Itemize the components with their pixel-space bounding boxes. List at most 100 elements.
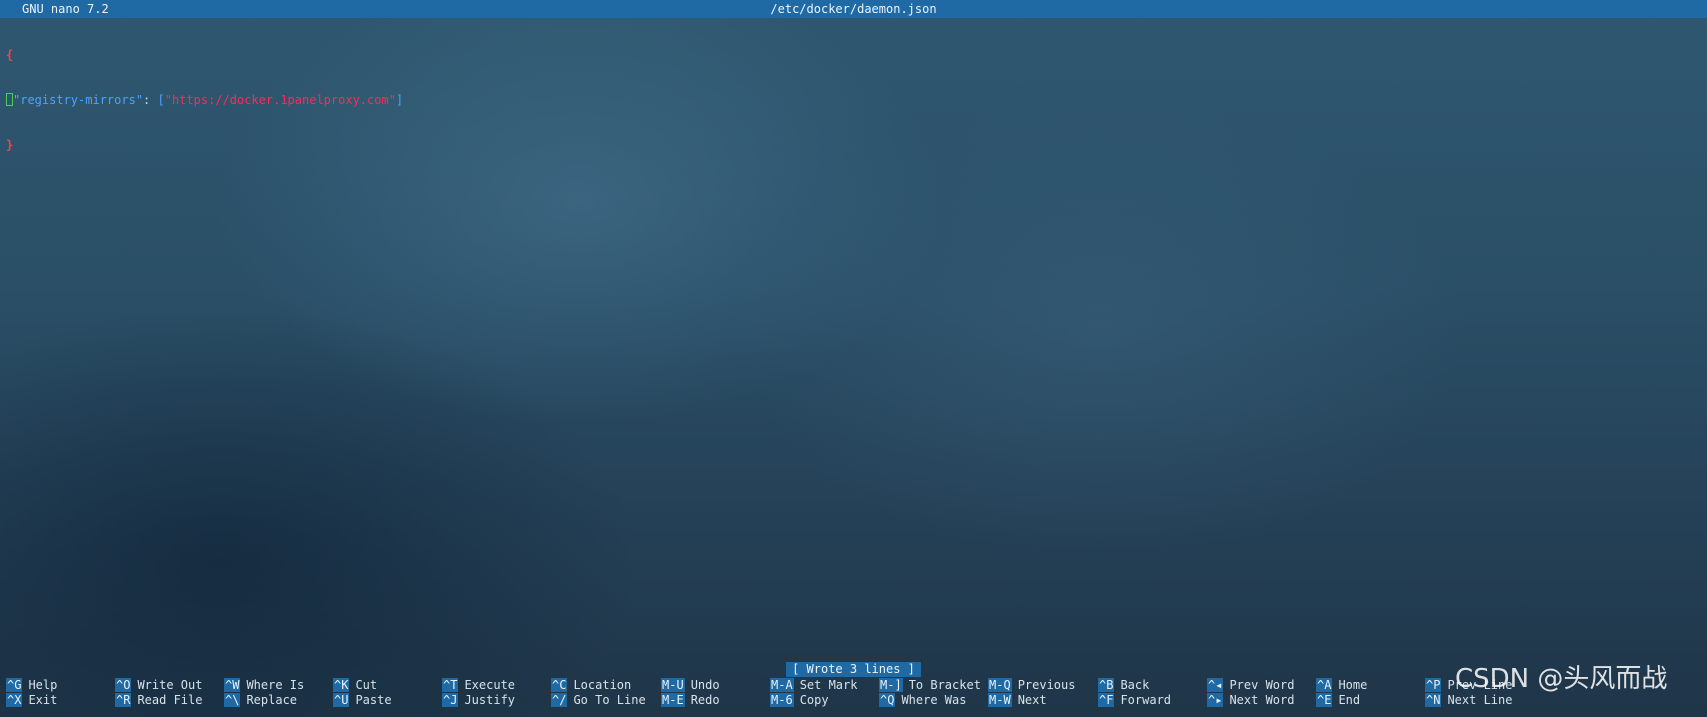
shortcut-label: Home [1338, 678, 1368, 692]
shortcut-where-is[interactable]: ^W Where Is [224, 678, 304, 693]
shortcut-key: ^J [442, 693, 459, 707]
shortcut-label: Cut [355, 678, 378, 692]
shortcut-key: ^G [6, 678, 23, 692]
shortcut-next-line[interactable]: ^N Next Line [1425, 693, 1512, 708]
title-bar: GNU nano 7.2 /etc/docker/daemon.json [0, 0, 1707, 18]
open-brace: { [6, 48, 14, 62]
shortcut-key: ^W [224, 678, 241, 692]
shortcut-key: M-W [988, 693, 1012, 707]
shortcut-key: ^C [551, 678, 568, 692]
editor-line-2: "registry-mirrors": ["https://docker.1pa… [6, 93, 403, 108]
shortcut-key: ^P [1425, 678, 1442, 692]
text-cursor [6, 93, 13, 106]
shortcut-next[interactable]: M-W Next [988, 693, 1047, 708]
shortcut-key: ^E [1316, 693, 1333, 707]
shortcut-undo[interactable]: M-U Undo [661, 678, 720, 693]
shortcut-key: ^K [333, 678, 350, 692]
shortcut-cut[interactable]: ^K Cut [333, 678, 377, 693]
shortcut-set-mark[interactable]: M-A Set Mark [770, 678, 857, 693]
json-colon: : [143, 93, 158, 107]
file-path: /etc/docker/daemon.json [770, 2, 937, 16]
shortcut-label: End [1338, 693, 1361, 707]
shortcut-end[interactable]: ^E End [1316, 693, 1360, 708]
shortcut-key: M-6 [770, 693, 794, 707]
close-bracket: ] [395, 93, 404, 107]
shortcut-redo[interactable]: M-E Redo [661, 693, 720, 708]
shortcut-label: Paste [355, 693, 392, 707]
shortcut-go-to-line[interactable]: ^/ Go To Line [551, 693, 646, 708]
shortcut-key: M-E [661, 693, 685, 707]
shortcut-write-out[interactable]: ^O Write Out [115, 678, 202, 693]
shortcut-justify[interactable]: ^J Justify [442, 693, 515, 708]
shortcut-key: M-Q [988, 678, 1012, 692]
shortcut-label: Help [28, 678, 58, 692]
shortcut-label: Where Was [901, 693, 967, 707]
shortcut-key: ^Q [879, 693, 896, 707]
shortcut-execute[interactable]: ^T Execute [442, 678, 515, 693]
shortcut-label: Read File [137, 693, 203, 707]
shortcut-key: ^/ [551, 693, 568, 707]
shortcut-to-bracket[interactable]: M-] To Bracket [879, 678, 981, 693]
shortcut-row-1: ^G Help ^O Write Out ^W Where Is ^K Cut ^T Execut… [6, 678, 1706, 693]
shortcut-key: ^U [333, 693, 350, 707]
watermark: CSDN @头风而战 [1455, 664, 1668, 694]
status-bar: [ Wrote 3 lines ] [0, 662, 1707, 677]
shortcut-label: Redo [690, 693, 720, 707]
editor-area[interactable]: { "registry-mirrors": ["https://docker.1… [6, 18, 403, 168]
shortcut-key: ^R [115, 693, 132, 707]
shortcut-key: ^N [1425, 693, 1442, 707]
shortcut-label: Set Mark [799, 678, 858, 692]
close-brace: } [6, 138, 14, 152]
shortcut-label: Exit [28, 693, 58, 707]
shortcut-key: ^T [442, 678, 459, 692]
open-bracket: [ [157, 93, 165, 107]
shortcut-label: To Bracket [908, 678, 981, 692]
shortcut-label: Go To Line [573, 693, 646, 707]
shortcut-previous[interactable]: M-Q Previous [988, 678, 1075, 693]
shortcut-label: Prev Word [1229, 678, 1295, 692]
shortcut-prev-word[interactable]: ^◂ Prev Word [1207, 678, 1294, 693]
shortcut-label: Location [573, 678, 632, 692]
shortcut-home[interactable]: ^A Home [1316, 678, 1367, 693]
shortcut-label: Execute [464, 678, 516, 692]
shortcut-label: Next [1017, 693, 1047, 707]
shortcut-exit[interactable]: ^X Exit [6, 693, 57, 708]
shortcut-label: Justify [464, 693, 516, 707]
shortcut-label: Where Is [246, 678, 305, 692]
shortcut-label: Replace [246, 693, 298, 707]
shortcut-key: M-A [770, 678, 794, 692]
shortcut-forward[interactable]: ^F Forward [1098, 693, 1171, 708]
shortcut-label: Back [1120, 678, 1150, 692]
shortcut-where-was[interactable]: ^Q Where Was [879, 693, 966, 708]
shortcut-help[interactable]: ^G Help [6, 678, 57, 693]
shortcut-key: ^◂ [1207, 678, 1224, 692]
shortcut-copy[interactable]: M-6 Copy [770, 693, 829, 708]
shortcut-row-2: ^X Exit ^R Read File ^\ Replace ^U Paste ^J Justi… [6, 693, 1706, 708]
editor-line-3: } [6, 138, 403, 153]
shortcut-back[interactable]: ^B Back [1098, 678, 1149, 693]
shortcut-label: Previous [1017, 678, 1076, 692]
shortcut-key: ^X [6, 693, 23, 707]
shortcut-read-file[interactable]: ^R Read File [115, 693, 202, 708]
shortcut-label: Forward [1120, 693, 1172, 707]
status-message: [ Wrote 3 lines ] [786, 662, 921, 677]
json-string-value: "https://docker.1panelproxy.com" [164, 93, 396, 107]
shortcut-label: Undo [690, 678, 720, 692]
shortcut-paste[interactable]: ^U Paste [333, 693, 392, 708]
shortcut-key: ^\ [224, 693, 241, 707]
shortcut-key: M-U [661, 678, 685, 692]
shortcut-label: Write Out [137, 678, 203, 692]
shortcut-key: M-] [879, 678, 903, 692]
shortcut-key: ^A [1316, 678, 1333, 692]
shortcut-key: ^F [1098, 693, 1115, 707]
shortcut-key: ^O [115, 678, 132, 692]
shortcut-label: Next Word [1229, 693, 1295, 707]
editor-line-1: { [6, 48, 403, 63]
shortcut-location[interactable]: ^C Location [551, 678, 631, 693]
shortcut-replace[interactable]: ^\ Replace [224, 693, 297, 708]
shortcut-next-word[interactable]: ^▸ Next Word [1207, 693, 1294, 708]
json-key: "registry-mirrors" [13, 93, 144, 107]
shortcut-label: Copy [799, 693, 829, 707]
shortcut-label: Next Line [1447, 693, 1513, 707]
shortcut-key: ^▸ [1207, 693, 1224, 707]
